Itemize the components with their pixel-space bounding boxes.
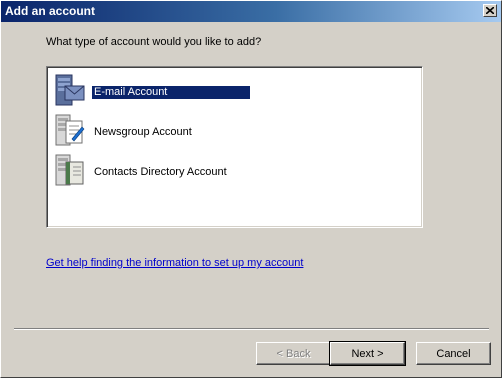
email-account-icon [55, 74, 85, 106]
separator [14, 328, 489, 330]
title-bar[interactable]: Add an account [1, 1, 501, 22]
list-item-email-account[interactable]: E-mail Account [52, 72, 412, 108]
list-item-newsgroup-account[interactable]: Newsgroup Account [52, 112, 412, 148]
close-icon [486, 7, 494, 14]
list-item-label: E-mail Account [92, 86, 250, 99]
add-account-dialog: Add an account What type of account woul… [0, 0, 502, 378]
cancel-button[interactable]: Cancel [416, 342, 491, 365]
close-button[interactable] [483, 4, 497, 17]
list-item-label: Contacts Directory Account [94, 166, 227, 178]
account-type-list[interactable]: E-mail Account Newsgroup Account Contact… [46, 66, 423, 228]
newsgroup-account-icon [55, 114, 85, 146]
list-item-contacts-directory-account[interactable]: Contacts Directory Account [52, 152, 412, 188]
window-title: Add an account [5, 4, 96, 18]
contacts-directory-icon [55, 154, 84, 186]
back-button[interactable]: < Back [256, 342, 331, 365]
next-button[interactable]: Next > [329, 341, 406, 366]
help-link[interactable]: Get help finding the information to set … [46, 257, 303, 269]
list-item-label: Newsgroup Account [94, 126, 192, 138]
account-type-prompt: What type of account would you like to a… [46, 36, 262, 48]
